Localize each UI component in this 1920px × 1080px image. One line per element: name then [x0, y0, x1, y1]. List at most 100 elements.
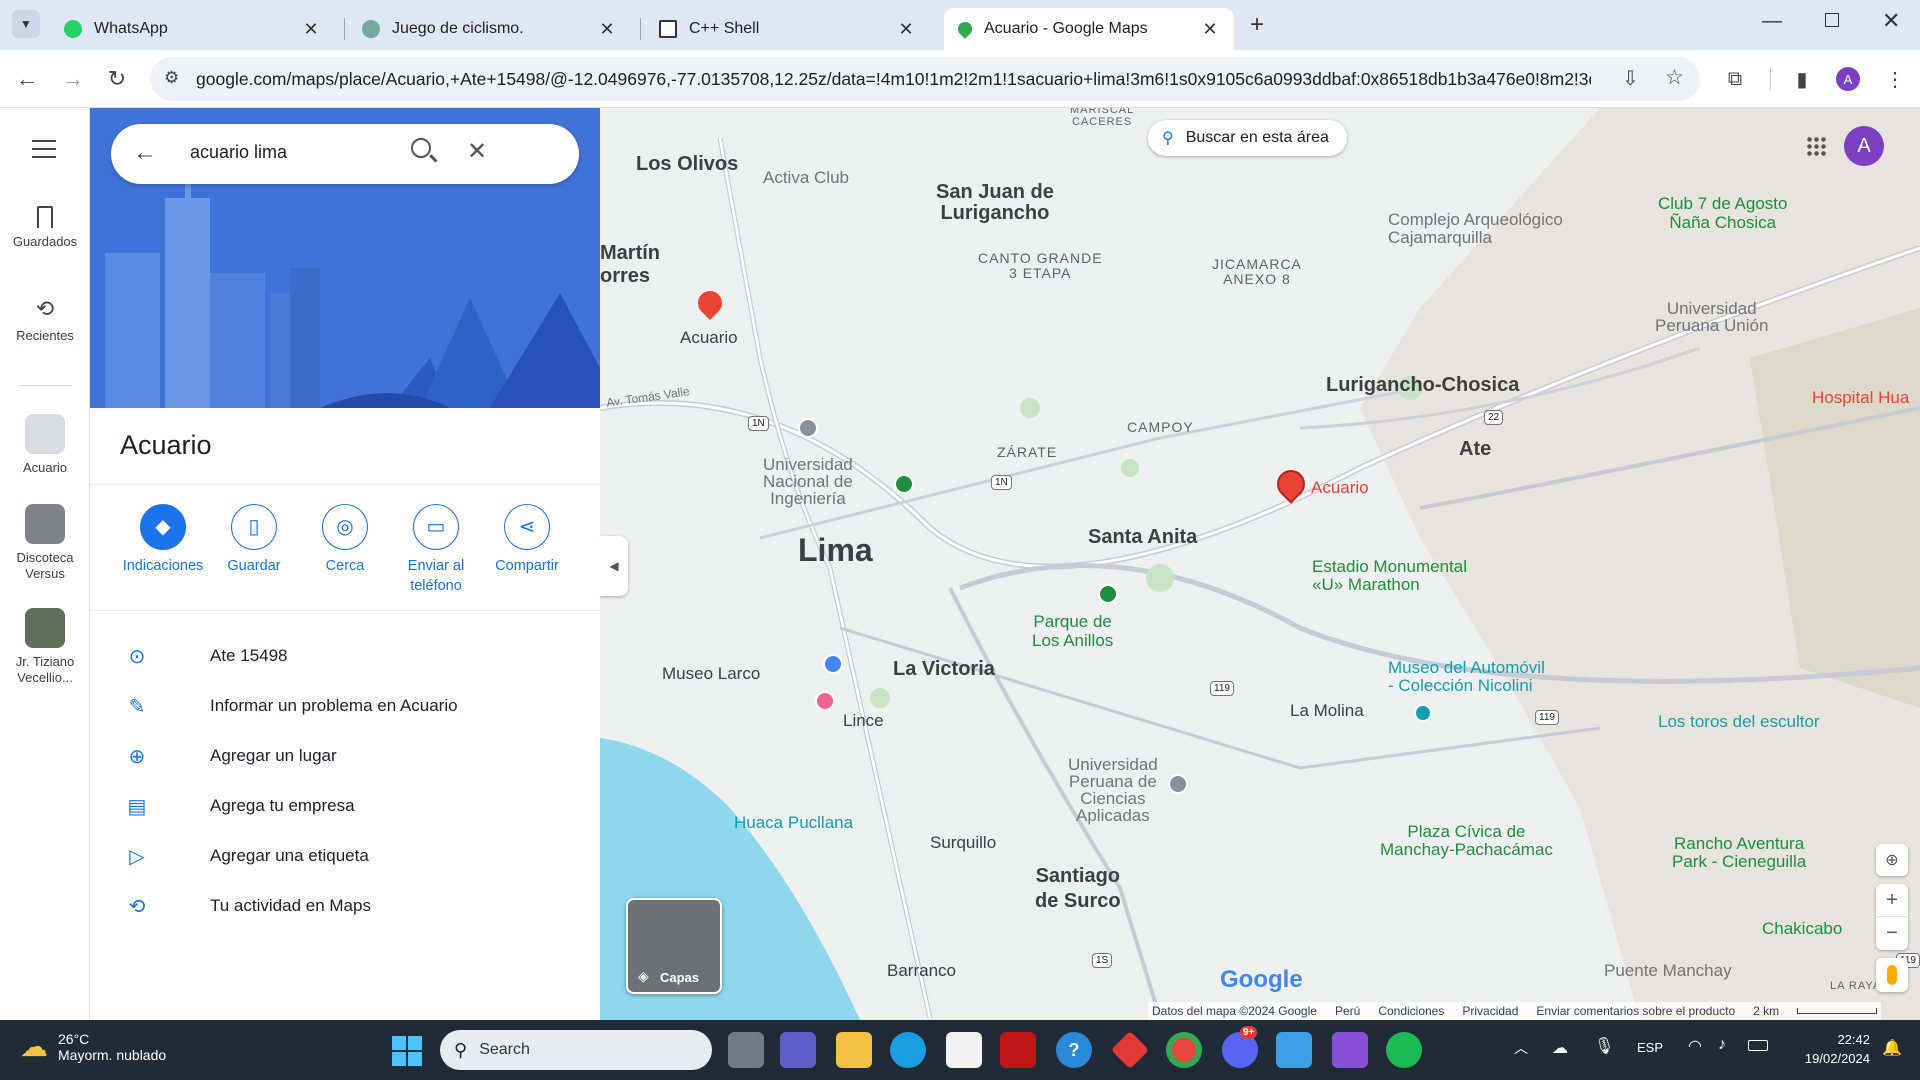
bookmark-star-icon[interactable]: ☆ [1665, 65, 1684, 90]
scale-label[interactable]: 2 km [1753, 1004, 1779, 1018]
clock-date: 19/02/2024 [1804, 1051, 1870, 1066]
add-place-row[interactable]: ⊕ Agregar un lugar [90, 731, 600, 781]
search-box[interactable]: ← acuario lima ✕ [111, 124, 579, 184]
map-canvas[interactable]: ⚲ Buscar en esta área A ◀ Los Olivos Act… [600, 108, 1920, 1020]
country-link[interactable]: Perú [1335, 1004, 1360, 1018]
notification-bell-icon[interactable]: 🔔 [1882, 1038, 1902, 1058]
nearby-button[interactable]: ◎ Cerca [300, 504, 390, 576]
cloud-sun-icon: ☁ [20, 1031, 48, 1062]
new-tab-button[interactable]: + [1242, 10, 1272, 40]
app-red-diamond-icon[interactable] [1110, 1030, 1150, 1070]
visual-studio-icon[interactable] [1332, 1032, 1368, 1068]
rail-saved[interactable]: Guardados [0, 206, 90, 249]
close-icon[interactable]: ✕ [301, 19, 321, 40]
help-icon[interactable]: ? [1056, 1032, 1092, 1068]
park-marker-icon[interactable] [894, 474, 914, 494]
start-button[interactable] [392, 1036, 422, 1066]
reload-button[interactable]: ↻ [102, 64, 132, 94]
museum-marker-icon[interactable] [1414, 704, 1432, 722]
notepad-icon[interactable] [1276, 1032, 1312, 1068]
install-app-icon[interactable]: ⇩ [1622, 66, 1639, 91]
taskbar-search[interactable]: ⚲ Search [440, 1030, 712, 1070]
teams-icon[interactable] [780, 1032, 816, 1068]
wifi-icon[interactable]: ◠ [1688, 1036, 1702, 1056]
label-icon: ▷ [129, 845, 145, 868]
restore-button[interactable] [1825, 13, 1839, 27]
menu-icon[interactable] [32, 140, 56, 158]
apps-grid-icon[interactable] [1806, 136, 1826, 156]
rail-recent[interactable]: ⟲ Recientes [0, 296, 90, 343]
close-icon[interactable]: ✕ [896, 19, 916, 40]
send-to-phone-button[interactable]: ▭ Enviar al teléfono [391, 504, 481, 596]
spotify-icon[interactable] [1386, 1032, 1422, 1068]
tab-cpp-shell[interactable]: C++ Shell ✕ [645, 8, 930, 50]
close-window-button[interactable]: ✕ [1882, 8, 1900, 34]
account-avatar[interactable]: A [1844, 126, 1884, 166]
rail-history-item[interactable]: Jr. Tiziano Vecellio... [0, 608, 90, 686]
collapse-panel-button[interactable]: ◀ [600, 536, 628, 596]
university-marker-icon[interactable] [798, 418, 818, 438]
history-icon: ⟲ [128, 895, 146, 918]
report-problem-row[interactable]: ✎ Informar un problema en Acuario [90, 681, 600, 731]
forward-button[interactable]: → [58, 64, 88, 94]
url-text[interactable]: google.com/maps/place/Acuario,+Ate+15498… [196, 69, 1591, 90]
site-info-icon[interactable]: ⚙ [164, 68, 179, 88]
save-button[interactable]: ▯ Guardar [209, 504, 299, 576]
microphone-icon[interactable]: 🎙 [1594, 1036, 1614, 1056]
edge-icon[interactable] [890, 1032, 926, 1068]
terms-link[interactable]: Condiciones [1378, 1004, 1444, 1018]
tab-search-button[interactable]: ▼ [12, 10, 40, 38]
clock[interactable]: 22:42 19/02/2024 [1790, 1030, 1870, 1068]
pegman-button[interactable] [1876, 958, 1908, 992]
tray-chevron-icon[interactable]: ︿ [1514, 1038, 1528, 1058]
side-panel-icon[interactable]: ▮ [1787, 64, 1817, 94]
back-arrow-icon[interactable]: ← [133, 139, 157, 167]
clear-search-icon[interactable]: ✕ [467, 137, 487, 166]
home-marker-icon[interactable] [823, 654, 843, 674]
rail-history-item[interactable]: Acuario [0, 414, 90, 475]
heart-marker-icon[interactable] [815, 691, 835, 711]
rail-history-item[interactable]: Discoteca Versus [0, 504, 90, 582]
zoom-out-button[interactable]: − [1876, 917, 1908, 950]
maps-activity-row[interactable]: ⟲ Tu actividad en Maps [90, 881, 600, 931]
park-marker-icon[interactable] [1098, 584, 1118, 604]
address-bar[interactable]: ⚙ google.com/maps/place/Acuario,+Ate+154… [150, 57, 1700, 101]
discord-icon[interactable]: 9+ [1222, 1026, 1258, 1068]
search-icon[interactable] [411, 138, 431, 158]
layers-button[interactable]: ◈ Capas [626, 898, 722, 994]
divider [90, 610, 600, 611]
battery-icon[interactable] [1748, 1040, 1768, 1051]
search-this-area-button[interactable]: ⚲ Buscar en esta área [1148, 120, 1347, 156]
chrome-icon[interactable] [1166, 1032, 1202, 1068]
search-input[interactable]: acuario lima [190, 142, 287, 163]
windows-taskbar: ☁ 26°C Mayorm. nublado ⚲ Search ? 9+ ︿ ☁… [0, 1020, 1920, 1080]
browser-menu-icon[interactable]: ⋮ [1880, 64, 1910, 94]
file-explorer-icon[interactable] [836, 1032, 872, 1068]
address-row[interactable]: ⊙ Ate 15498 [90, 631, 600, 681]
tab-google-maps[interactable]: Acuario - Google Maps ✕ [944, 8, 1234, 50]
minimize-button[interactable]: — [1762, 10, 1782, 33]
add-label-row[interactable]: ▷ Agregar una etiqueta [90, 831, 600, 881]
tab-ciclismo[interactable]: Juego de ciclismo. ✕ [348, 8, 631, 50]
back-button[interactable]: ← [12, 64, 42, 94]
zoom-in-button[interactable]: + [1876, 884, 1908, 917]
feedback-link[interactable]: Enviar comentarios sobre el producto [1536, 1004, 1735, 1018]
profile-avatar[interactable]: A [1836, 67, 1860, 91]
mcafee-icon[interactable] [1000, 1032, 1036, 1068]
directions-button[interactable]: ◆ Indicaciones [118, 504, 208, 576]
add-business-row[interactable]: ▤ Agrega tu empresa [90, 781, 600, 831]
task-view-icon[interactable] [728, 1032, 764, 1068]
store-icon[interactable] [946, 1032, 982, 1068]
close-icon[interactable]: ✕ [1200, 19, 1220, 40]
onedrive-icon[interactable]: ☁ [1552, 1038, 1568, 1058]
extensions-icon[interactable]: ⧉ [1720, 64, 1750, 94]
my-location-button[interactable]: ⊕ [1876, 844, 1908, 876]
privacy-link[interactable]: Privacidad [1462, 1004, 1518, 1018]
university-marker-icon[interactable] [1168, 774, 1188, 794]
tab-whatsapp[interactable]: WhatsApp ✕ [50, 8, 335, 50]
close-icon[interactable]: ✕ [597, 19, 617, 40]
input-language[interactable]: ESP [1637, 1040, 1663, 1055]
share-button[interactable]: ⋖ Compartir [482, 504, 572, 576]
volume-icon[interactable]: ♪ [1718, 1036, 1726, 1054]
weather-widget[interactable]: ☁ 26°C Mayorm. nublado [20, 1030, 166, 1063]
